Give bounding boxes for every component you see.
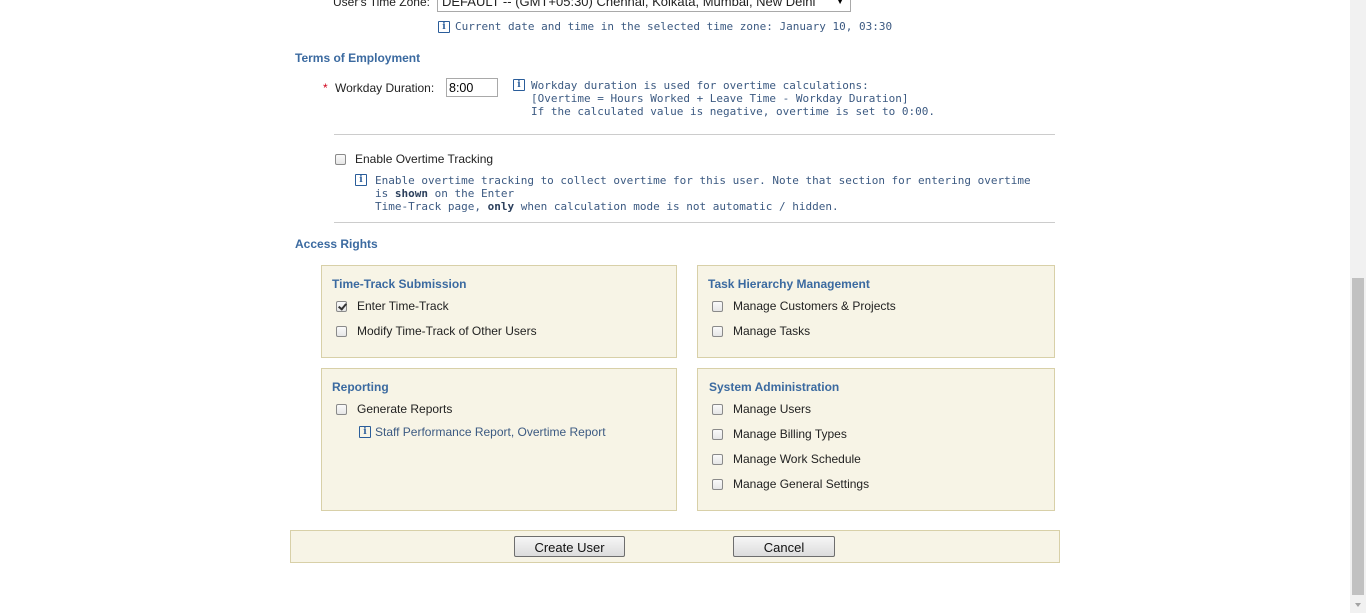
chevron-down-icon <box>1355 603 1361 607</box>
manage-tasks-checkbox[interactable] <box>712 325 723 337</box>
info-icon: i <box>513 79 525 91</box>
manage-general-settings-label: Manage General Settings <box>733 477 870 491</box>
info-icon: i <box>438 20 450 33</box>
timezone-hint-text: Current date and time in the selected ti… <box>455 20 893 33</box>
manage-work-schedule-checkbox[interactable] <box>712 453 723 465</box>
workday-hint-line2: [Overtime = Hours Worked + Leave Time - … <box>531 92 909 105</box>
generate-reports-label: Generate Reports <box>357 402 453 416</box>
task-hierarchy-title: Task Hierarchy Management <box>708 277 870 291</box>
enter-time-track-label: Enter Time-Track <box>357 299 449 313</box>
manage-work-schedule-label: Manage Work Schedule <box>733 452 861 466</box>
manage-tasks-label: Manage Tasks <box>733 324 811 338</box>
permission-manage-work-schedule[interactable]: Manage Work Schedule <box>712 452 861 466</box>
timezone-label: User's Time Zone: <box>333 0 430 9</box>
manage-billing-types-label: Manage Billing Types <box>733 427 847 441</box>
overtime-tracking-row[interactable]: Enable Overtime Tracking <box>335 152 493 166</box>
permission-manage-tasks[interactable]: Manage Tasks <box>712 324 810 338</box>
cancel-button[interactable]: Cancel <box>733 536 835 557</box>
enter-time-track-checkbox[interactable] <box>336 300 347 312</box>
timezone-selected-value: DEFAULT -- (GMT+05:30) Chennai, Kolkata,… <box>442 0 816 9</box>
workday-hint-line1: Workday duration is used for overtime ca… <box>531 79 869 92</box>
divider <box>334 134 1055 135</box>
modify-time-track-checkbox[interactable] <box>336 325 347 337</box>
info-icon: i <box>359 426 371 438</box>
create-user-button[interactable]: Create User <box>514 536 625 557</box>
chevron-down-icon: ▼ <box>835 0 845 7</box>
generate-reports-checkbox[interactable] <box>336 403 347 415</box>
timezone-select[interactable]: DEFAULT -- (GMT+05:30) Chennai, Kolkata,… <box>437 0 851 12</box>
workday-duration-input[interactable] <box>446 78 498 97</box>
time-track-submission-title: Time-Track Submission <box>332 277 467 291</box>
manage-general-settings-checkbox[interactable] <box>712 478 723 490</box>
manage-customers-projects-checkbox[interactable] <box>712 300 723 312</box>
overtime-tracking-label: Enable Overtime Tracking <box>355 152 494 166</box>
access-rights-title: Access Rights <box>295 237 378 251</box>
manage-users-checkbox[interactable] <box>712 403 723 415</box>
reporting-hint-text: Staff Performance Report, Overtime Repor… <box>375 425 606 439</box>
workday-duration-label: Workday Duration: <box>335 81 435 95</box>
overtime-hint-shown: shown <box>394 187 428 200</box>
permission-modify-time-track[interactable]: Modify Time-Track of Other Users <box>336 324 537 338</box>
permission-generate-reports[interactable]: Generate Reports <box>336 402 452 416</box>
system-administration-panel: System Administration Manage Users Manag… <box>697 368 1055 511</box>
overtime-hint-text-d: Time-Track page, <box>375 200 488 213</box>
system-administration-title: System Administration <box>709 380 840 394</box>
workday-hint-line3: If the calculated value is negative, ove… <box>531 105 935 118</box>
permission-manage-general-settings[interactable]: Manage General Settings <box>712 477 869 491</box>
timezone-hint: i Current date and time in the selected … <box>438 20 892 33</box>
permission-manage-users[interactable]: Manage Users <box>712 402 811 416</box>
terms-of-employment-title: Terms of Employment <box>295 51 421 65</box>
reporting-hint: i Staff Performance Report, Overtime Rep… <box>359 425 606 439</box>
manage-users-label: Manage Users <box>733 402 812 416</box>
divider <box>334 222 1055 223</box>
reporting-title: Reporting <box>332 380 389 394</box>
scroll-down-arrow[interactable] <box>1350 597 1366 613</box>
overtime-hint-only: only <box>487 200 515 213</box>
task-hierarchy-panel: Task Hierarchy Management Manage Custome… <box>697 265 1055 358</box>
info-icon: i <box>355 174 367 186</box>
workday-duration-row: * Workday Duration: <box>323 81 434 95</box>
required-mark: * <box>323 81 328 95</box>
permission-manage-customers-projects[interactable]: Manage Customers & Projects <box>712 299 896 313</box>
manage-customers-projects-label: Manage Customers & Projects <box>733 299 896 313</box>
modify-time-track-label: Modify Time-Track of Other Users <box>357 324 537 338</box>
manage-billing-types-checkbox[interactable] <box>712 428 723 440</box>
time-track-submission-panel: Time-Track Submission Enter Time-Track M… <box>321 265 677 358</box>
permission-enter-time-track[interactable]: Enter Time-Track <box>336 299 449 313</box>
reporting-panel: Reporting Generate Reports i Staff Perfo… <box>321 368 677 511</box>
permission-manage-billing-types[interactable]: Manage Billing Types <box>712 427 847 441</box>
action-bar: Create User Cancel <box>290 530 1060 563</box>
overtime-tracking-checkbox[interactable] <box>335 153 346 165</box>
scrollbar-thumb[interactable] <box>1352 278 1364 595</box>
overtime-hint-text-f: when calculation mode is not automatic /… <box>514 200 839 213</box>
overtime-hint-text-c: on the Enter <box>428 187 515 200</box>
